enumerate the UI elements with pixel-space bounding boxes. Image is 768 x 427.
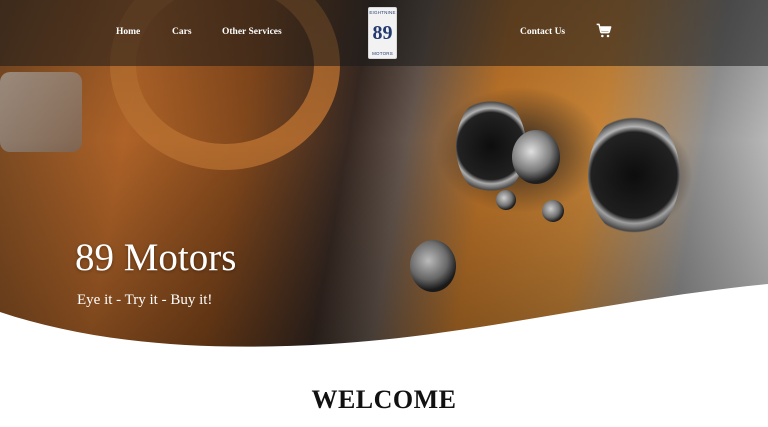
logo-top-text: EIGHTNINE xyxy=(369,10,396,15)
shopping-cart-icon[interactable] xyxy=(596,23,612,39)
hero-wave-divider xyxy=(0,284,768,360)
welcome-heading: WELCOME xyxy=(311,385,457,414)
logo-bottom-text: MOTORS xyxy=(372,51,393,56)
nav-contact-link[interactable]: Contact Us xyxy=(520,27,565,37)
nav-cars-link[interactable]: Cars xyxy=(172,27,192,37)
nav-home-link[interactable]: Home xyxy=(116,27,140,37)
site-logo[interactable]: EIGHTNINE 89 MOTORS xyxy=(368,7,397,59)
nav-other-services-link[interactable]: Other Services xyxy=(222,27,282,37)
logo-number: 89 xyxy=(372,22,393,44)
top-navigation: Home Cars Other Services EIGHTNINE 89 MO… xyxy=(0,0,768,66)
